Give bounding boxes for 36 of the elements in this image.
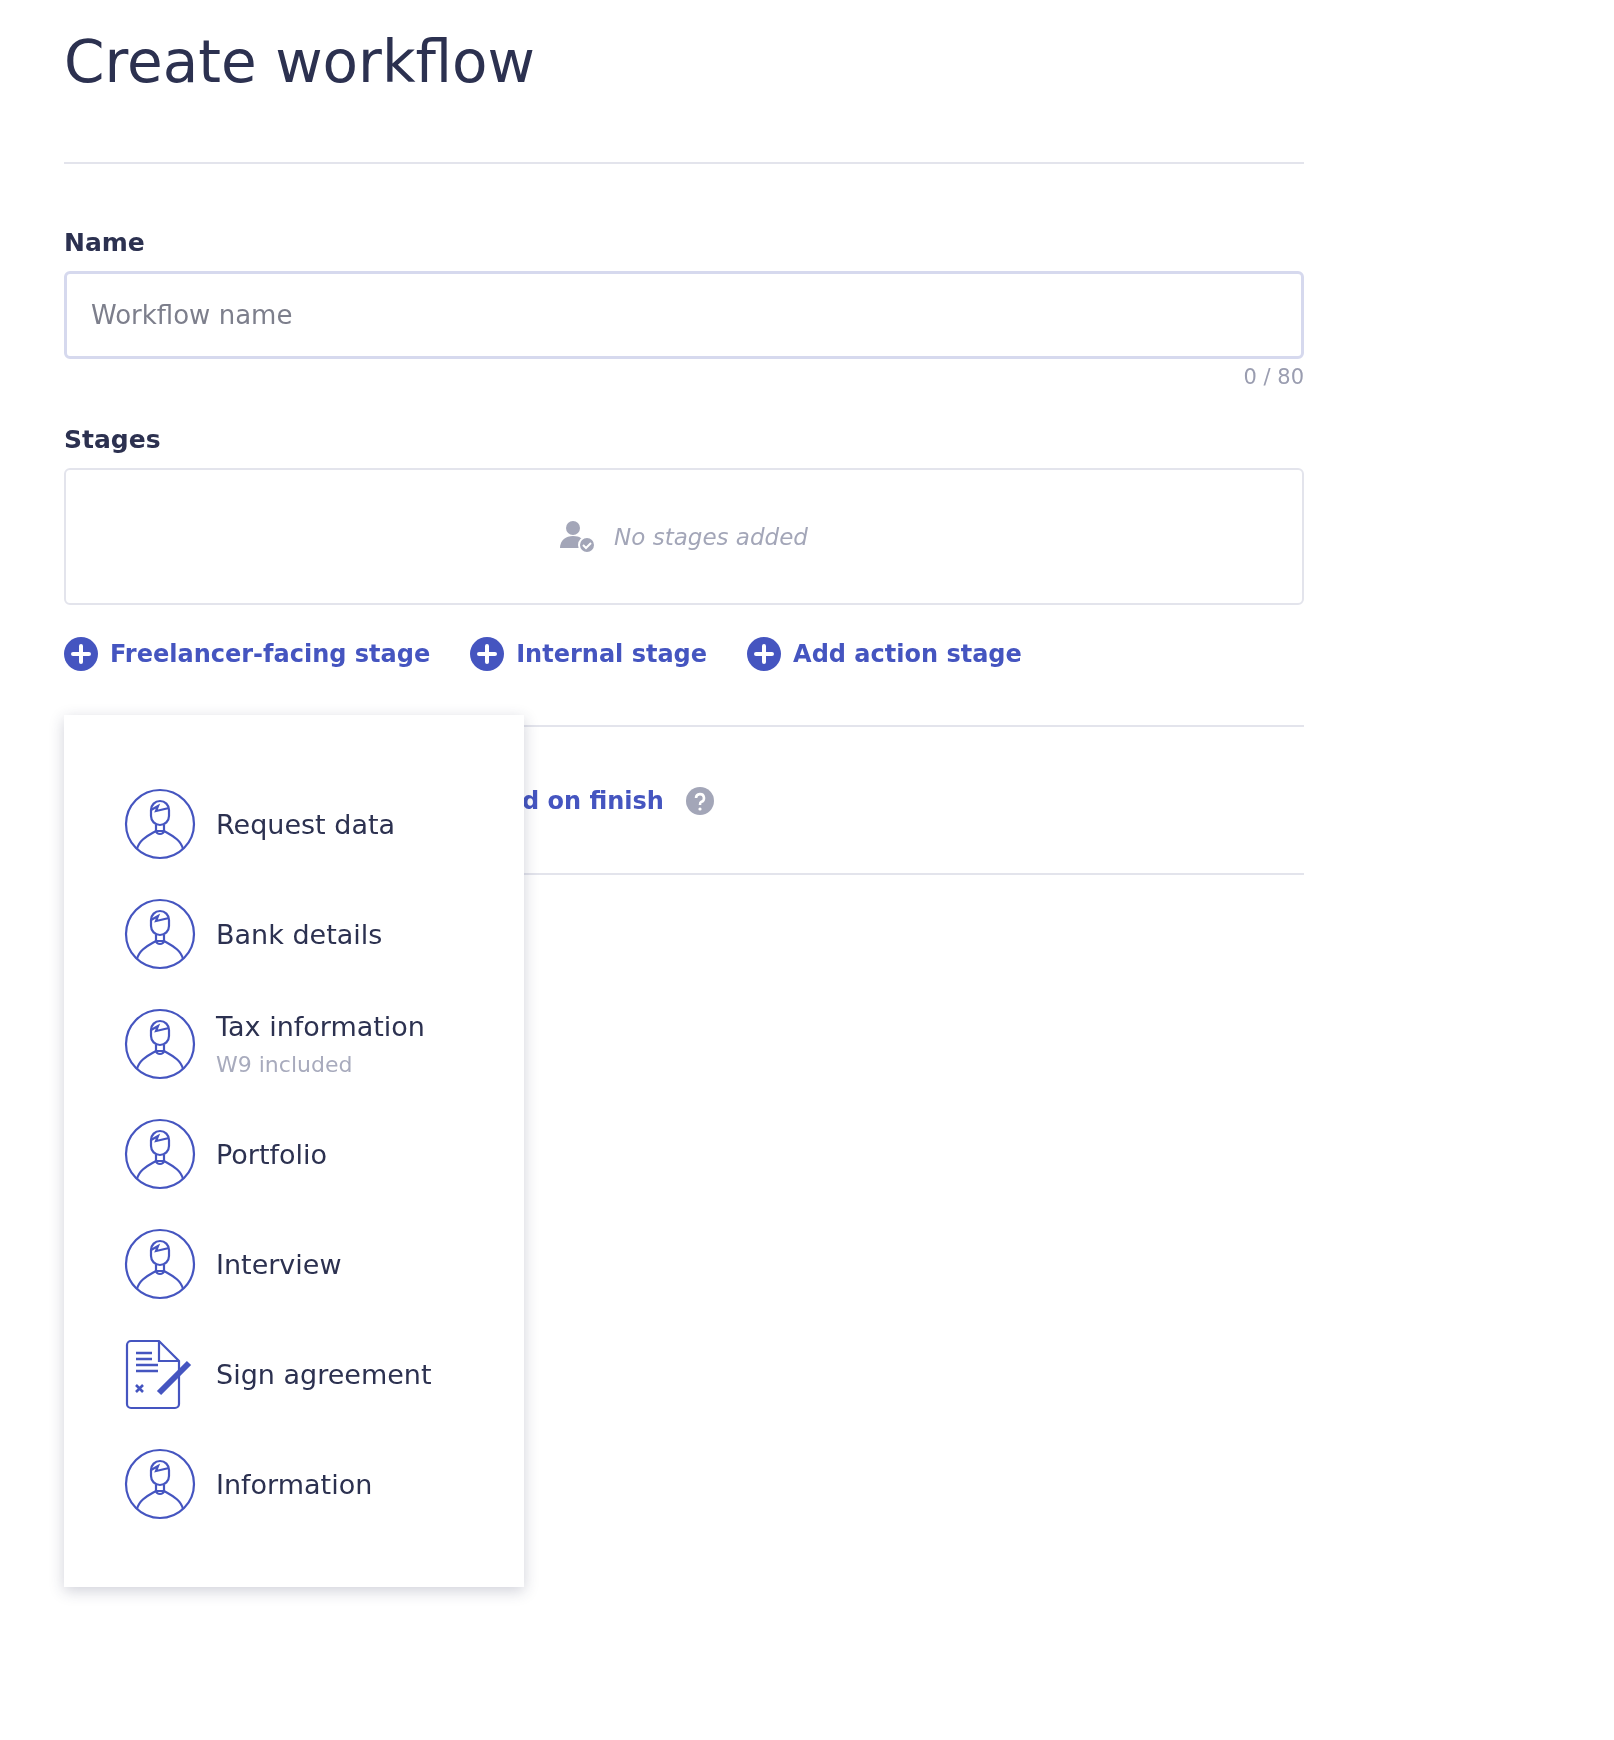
field-label: Stages (64, 425, 162, 454)
add-stage-button[interactable]: Freelancer-facing stage (64, 637, 431, 671)
plus-icon (747, 637, 782, 671)
person-icon (124, 1228, 196, 1300)
item-label: Sign agreement (216, 1358, 432, 1390)
add-stage-button[interactable]: Internal stage (470, 637, 708, 671)
person-icon (124, 1008, 196, 1080)
dropdown-item[interactable]: Bank details (64, 879, 524, 989)
item-label: Tax information (216, 1011, 425, 1042)
plus-icon (64, 637, 98, 671)
item-label: Request data (216, 808, 396, 840)
item-label: Bank details (216, 918, 383, 950)
add-stage-button[interactable]: Add action stage (747, 637, 1022, 671)
dropdown-item[interactable]: Tax information W9 included (64, 989, 524, 1099)
dropdown-item[interactable]: Request data (64, 769, 524, 879)
character-counter: 0 / 80 (1243, 365, 1304, 389)
setting-link[interactable]: d on finish (522, 787, 664, 815)
dropdown-item[interactable]: Interview (64, 1209, 524, 1319)
dropdown-item[interactable]: Information (64, 1429, 524, 1539)
item-label: Interview (216, 1248, 342, 1280)
user-check-icon (560, 519, 597, 554)
item-label: Portfolio (216, 1138, 328, 1170)
person-icon (124, 788, 196, 860)
name-input[interactable]: Workflow name (64, 271, 1304, 359)
empty-message: No stages added (614, 523, 808, 550)
dropdown-item[interactable]: Portfolio (64, 1099, 524, 1209)
plus-icon (470, 637, 505, 671)
help-icon[interactable] (685, 787, 714, 815)
person-icon (124, 898, 196, 970)
item-label: Information (216, 1468, 373, 1500)
page-title: Create workflow (64, 27, 536, 98)
person-icon (124, 1448, 196, 1520)
field-label: Name (64, 228, 146, 257)
person-icon (124, 1118, 196, 1190)
dropdown-item[interactable]: Sign agreement (64, 1319, 524, 1429)
item-note: W9 included (216, 1052, 354, 1077)
